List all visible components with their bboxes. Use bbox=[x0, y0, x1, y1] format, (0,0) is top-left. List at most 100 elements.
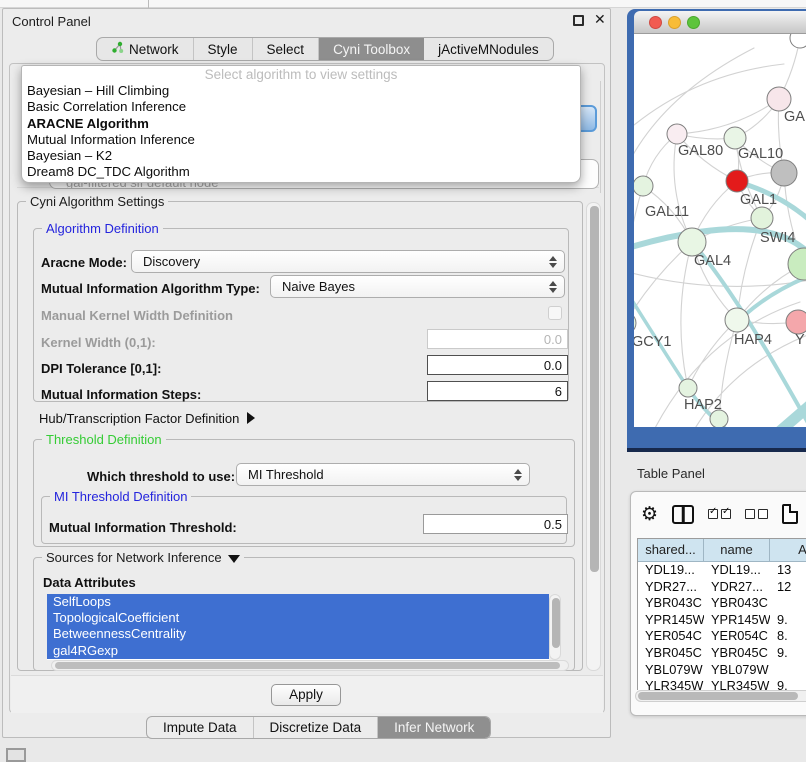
network-node-gal4[interactable] bbox=[678, 228, 706, 256]
table-cell: YDL19... bbox=[638, 562, 704, 579]
attribute-list-vertical-scrollbar[interactable] bbox=[549, 594, 561, 660]
dropdown-item-dream8-dc-tdc-algorithm[interactable]: Dream8 DC_TDC Algorithm bbox=[22, 164, 580, 180]
aracne-mode-label: Aracne Mode: bbox=[41, 255, 127, 270]
data-attributes-list[interactable]: SelfLoopsTopologicalCoefficientBetweenne… bbox=[47, 594, 549, 660]
scrollbar-thumb[interactable] bbox=[590, 206, 599, 572]
split-columns-icon[interactable] bbox=[672, 505, 694, 524]
table-row[interactable]: YPR145WYPR145W9. bbox=[638, 612, 806, 629]
tab-label: Cyni Toolbox bbox=[333, 42, 410, 57]
float-window-icon[interactable] bbox=[573, 15, 584, 26]
table-header-row: shared...nameA bbox=[638, 539, 806, 562]
network-edge[interactable] bbox=[677, 99, 779, 134]
dropdown-item-bayesian-k2[interactable]: Bayesian – K2 bbox=[22, 148, 580, 164]
table-cell: 8. bbox=[770, 628, 806, 645]
tab-cyni-toolbox[interactable]: Cyni Toolbox bbox=[319, 38, 424, 60]
attribute-list-horizontal-scrollbar[interactable] bbox=[51, 660, 569, 671]
network-node-gal11[interactable] bbox=[634, 176, 653, 196]
network-node-gal[interactable] bbox=[767, 87, 791, 111]
table-horizontal-scrollbar[interactable] bbox=[635, 690, 806, 702]
network-node[interactable] bbox=[771, 160, 797, 186]
network-edge-highlighted[interactable] bbox=[746, 274, 806, 314]
mi-threshold-field[interactable]: 0.5 bbox=[423, 514, 568, 534]
aracne-mode-combobox[interactable]: Discovery bbox=[131, 250, 565, 273]
network-node[interactable] bbox=[790, 34, 806, 48]
tab-impute-data[interactable]: Impute Data bbox=[147, 717, 254, 738]
export-table-icon[interactable] bbox=[782, 504, 798, 524]
network-node-y[interactable] bbox=[786, 310, 806, 334]
kernel-width-label: Kernel Width (0,1): bbox=[41, 335, 156, 350]
minimized-panel-icon[interactable] bbox=[6, 748, 26, 762]
network-canvas[interactable]: GALGAL80GAL10GAL1GAL11SWI4GAL4GCY1HAP4YH… bbox=[634, 34, 806, 427]
table-toolbar: ⚙ bbox=[641, 500, 798, 528]
table-cell bbox=[770, 595, 806, 612]
dpi-tolerance-field[interactable]: 0.0 bbox=[427, 355, 568, 375]
network-node-hap2[interactable] bbox=[679, 379, 697, 397]
scrollbar-thumb[interactable] bbox=[638, 692, 798, 700]
table-row[interactable]: YBL079WYBL079W bbox=[638, 662, 806, 679]
dropdown-item-basic-correlation-inference[interactable]: Basic Correlation Inference bbox=[22, 99, 580, 115]
column-header-1[interactable]: shared... bbox=[638, 539, 704, 561]
network-node-swi4[interactable] bbox=[751, 207, 773, 229]
attribute-item-topologicalcoefficient[interactable]: TopologicalCoefficient bbox=[47, 610, 549, 626]
zoom-traffic-light-icon[interactable] bbox=[687, 16, 700, 29]
attribute-item-betweennesscentrality[interactable]: BetweennessCentrality bbox=[47, 626, 549, 642]
attribute-item-selfloops[interactable]: SelfLoops bbox=[47, 594, 549, 610]
mi-threshold-group-title: MI Threshold Definition bbox=[50, 489, 191, 504]
minimize-traffic-light-icon[interactable] bbox=[668, 16, 681, 29]
table-cell: YPR145W bbox=[638, 612, 704, 629]
manual-kernel-checkbox[interactable] bbox=[548, 306, 562, 320]
table-row[interactable]: YBR045CYBR045C9. bbox=[638, 645, 806, 662]
network-node[interactable] bbox=[788, 248, 806, 280]
dropdown-item-bayesian-hill-climbing[interactable]: Bayesian – Hill Climbing bbox=[22, 83, 580, 99]
which-threshold-label: Which threshold to use: bbox=[87, 469, 235, 484]
network-edge[interactable] bbox=[681, 242, 692, 388]
network-view-window: GALGAL80GAL10GAL1GAL11SWI4GAL4GCY1HAP4YH… bbox=[627, 9, 806, 452]
table-row[interactable]: YLR345WYLR345W9. bbox=[638, 678, 806, 690]
settings-vertical-scrollbar[interactable] bbox=[586, 202, 601, 671]
tab-infer-network[interactable]: Infer Network bbox=[378, 717, 490, 738]
node-label-gal1: GAL1 bbox=[740, 192, 777, 208]
table-body: YDL19...YDL19...13YDR27...YDR27...12YBR0… bbox=[638, 562, 806, 690]
table-row[interactable]: YER054CYER054C8. bbox=[638, 628, 806, 645]
apply-button[interactable]: Apply bbox=[271, 684, 341, 706]
network-node-hap4[interactable] bbox=[725, 308, 749, 332]
close-traffic-light-icon[interactable] bbox=[649, 16, 662, 29]
column-header-3[interactable]: A bbox=[770, 539, 806, 561]
table-row[interactable]: YBR043CYBR043C bbox=[638, 595, 806, 612]
kernel-width-field[interactable]: 0.0 bbox=[427, 329, 568, 349]
mi-type-combobox[interactable]: Naive Bayes bbox=[270, 275, 565, 298]
select-all-icon[interactable] bbox=[708, 509, 731, 519]
column-header-2[interactable]: name bbox=[704, 539, 770, 561]
network-edge-highlighted[interactable] bbox=[772, 400, 806, 427]
data-attributes-label: Data Attributes bbox=[43, 575, 136, 590]
aracne-mode-value: Discovery bbox=[143, 254, 200, 269]
hub-definition-toggle[interactable]: Hub/Transcription Factor Definition bbox=[39, 411, 255, 426]
network-edge[interactable] bbox=[688, 320, 737, 388]
collapsed-arrow-icon bbox=[247, 412, 255, 424]
which-threshold-combobox[interactable]: MI Threshold bbox=[236, 463, 530, 486]
combo-arrows-icon bbox=[547, 251, 559, 272]
dropdown-item-mutual-information-inference[interactable]: Mutual Information Inference bbox=[22, 132, 580, 148]
table-cell: YBL079W bbox=[638, 662, 704, 679]
dropdown-item-aracne-algorithm[interactable]: ARACNE Algorithm bbox=[22, 116, 580, 132]
table-cell: YDR27... bbox=[638, 579, 704, 596]
node-label-y: Y bbox=[795, 332, 805, 348]
network-node-gcy1[interactable] bbox=[634, 312, 636, 334]
scrollbar-thumb[interactable] bbox=[55, 662, 560, 669]
sources-group-title[interactable]: Sources for Network Inference bbox=[42, 550, 244, 565]
table-row[interactable]: YDL19...YDL19...13 bbox=[638, 562, 806, 579]
tab-jactivemnodules[interactable]: jActiveMNodules bbox=[424, 38, 553, 60]
network-node-gal80[interactable] bbox=[667, 124, 687, 144]
mi-steps-field[interactable]: 6 bbox=[427, 381, 568, 401]
tab-style[interactable]: Style bbox=[194, 38, 253, 60]
gear-icon[interactable]: ⚙ bbox=[641, 505, 658, 524]
tab-discretize-data[interactable]: Discretize Data bbox=[254, 717, 379, 738]
deselect-all-icon[interactable] bbox=[745, 509, 768, 519]
scrollbar-thumb[interactable] bbox=[552, 598, 560, 648]
network-node-gal1[interactable] bbox=[726, 170, 748, 192]
tab-select[interactable]: Select bbox=[253, 38, 320, 60]
attribute-item-gal4rgexp[interactable]: gal4RGexp bbox=[47, 643, 549, 659]
table-row[interactable]: YDR27...YDR27...12 bbox=[638, 579, 806, 596]
tab-network[interactable]: Network bbox=[97, 38, 194, 60]
close-icon[interactable]: ✕ bbox=[594, 11, 606, 28]
